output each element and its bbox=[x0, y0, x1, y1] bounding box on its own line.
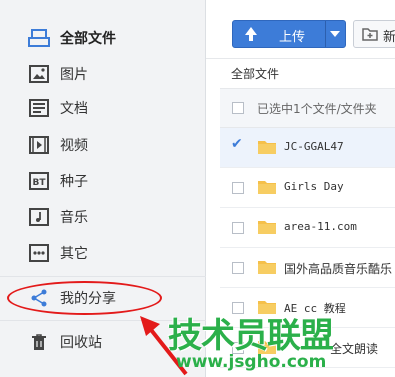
new-folder-button[interactable]: 新建 bbox=[353, 20, 395, 48]
sidebar-item-documents[interactable]: 文档 bbox=[0, 90, 206, 126]
upload-button[interactable]: 上传 bbox=[232, 20, 346, 48]
upload-divider bbox=[325, 21, 326, 47]
all-files-icon bbox=[28, 27, 50, 49]
bt-torrent-icon: BT bbox=[28, 170, 50, 192]
sidebar-item-label: 视频 bbox=[60, 138, 88, 154]
file-name[interactable]: area-11.com bbox=[284, 220, 357, 233]
selection-status: 已选中1个文件/文件夹 bbox=[257, 102, 377, 116]
sidebar-item-videos[interactable]: 视频 bbox=[0, 127, 206, 163]
sidebar-item-other[interactable]: 其它 bbox=[0, 235, 206, 271]
sidebar-item-label: 种子 bbox=[60, 174, 88, 190]
upload-icon bbox=[243, 26, 259, 46]
table-row[interactable]: area-11.com bbox=[220, 208, 395, 248]
image-icon bbox=[28, 63, 50, 85]
trash-icon bbox=[28, 331, 50, 353]
sidebar-item-all-files[interactable]: 全部文件 bbox=[0, 20, 206, 56]
video-icon bbox=[28, 134, 50, 156]
select-all-checkbox[interactable] bbox=[232, 102, 244, 114]
list-header: 已选中1个文件/文件夹 bbox=[220, 88, 395, 128]
more-icon bbox=[28, 242, 50, 264]
upload-label: 上传 bbox=[279, 30, 306, 45]
file-name[interactable]: 国外高品质音乐酷乐 bbox=[284, 260, 392, 277]
file-name[interactable]: Girls Day bbox=[284, 180, 344, 193]
row-checkbox[interactable] bbox=[232, 182, 244, 194]
table-row[interactable]: Girls Day bbox=[220, 168, 395, 208]
sidebar-item-label: 回收站 bbox=[60, 335, 102, 351]
sidebar-divider bbox=[0, 276, 206, 277]
row-checkbox[interactable] bbox=[232, 222, 244, 234]
table-row[interactable]: ✔ JC-GGAL47 bbox=[220, 128, 395, 168]
folder-icon bbox=[258, 140, 276, 158]
sidebar-item-label: 其它 bbox=[60, 246, 88, 262]
toolbar: 上传 新建 bbox=[206, 0, 395, 59]
sidebar-item-images[interactable]: 图片 bbox=[0, 56, 206, 92]
folder-icon bbox=[258, 260, 276, 278]
file-name[interactable]: 全文朗读 bbox=[330, 340, 378, 357]
check-icon[interactable]: ✔ bbox=[231, 136, 243, 152]
sidebar-item-label: 图片 bbox=[60, 67, 88, 83]
sidebar-item-music[interactable]: 音乐 bbox=[0, 199, 206, 235]
sidebar-item-label: 音乐 bbox=[60, 210, 88, 226]
folder-icon bbox=[258, 220, 276, 238]
bt-icon-text: BT bbox=[33, 178, 47, 188]
sidebar-item-torrents[interactable]: BT 种子 bbox=[0, 163, 206, 199]
row-checkbox[interactable] bbox=[232, 262, 244, 274]
table-row[interactable]: 国外高品质音乐酷乐 bbox=[220, 248, 395, 288]
folder-icon bbox=[258, 180, 276, 198]
sidebar-item-label: 全部文件 bbox=[60, 31, 116, 47]
breadcrumb[interactable]: 全部文件 bbox=[231, 65, 279, 82]
watermark-text: 技术员联盟 bbox=[168, 316, 334, 356]
watermark-url: www.jsgho.com bbox=[176, 352, 327, 372]
chevron-down-icon[interactable] bbox=[330, 31, 340, 37]
sidebar-item-label: 文档 bbox=[60, 101, 88, 117]
music-icon bbox=[28, 206, 50, 228]
file-name[interactable]: JC-GGAL47 bbox=[284, 140, 344, 153]
new-folder-icon bbox=[362, 27, 378, 45]
new-folder-label: 新建 bbox=[383, 30, 395, 45]
document-icon bbox=[28, 97, 50, 119]
